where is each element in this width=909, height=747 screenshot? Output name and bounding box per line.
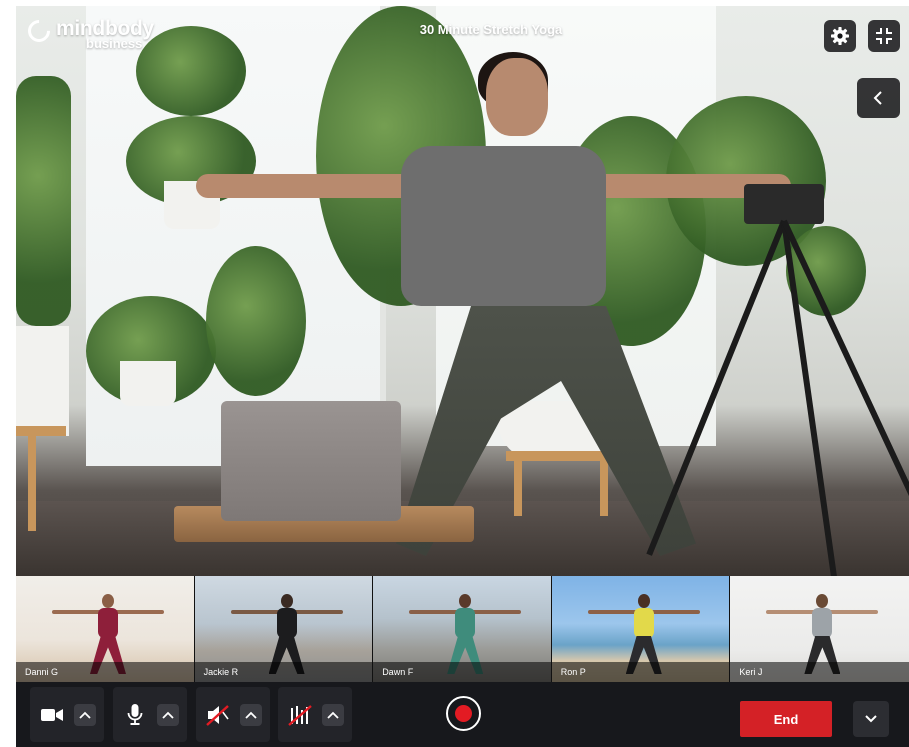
speaker-control-group (196, 687, 270, 742)
participant-tile[interactable]: Dawn F (373, 576, 552, 682)
speaker-muted-icon (206, 704, 229, 726)
end-session-button[interactable]: End (740, 701, 832, 737)
participant-name: Danni G (16, 662, 194, 682)
gear-icon (831, 27, 849, 45)
chevron-up-icon (245, 711, 257, 719)
class-title: 30 Minute Stretch Yoga (419, 22, 563, 37)
music-toggle-button[interactable] (286, 701, 314, 729)
settings-button[interactable] (824, 20, 856, 52)
camera-toggle-button[interactable] (38, 701, 66, 729)
speaker-toggle-button[interactable] (204, 701, 232, 729)
exit-fullscreen-button[interactable] (868, 20, 900, 52)
main-video: mindbody business 30 Minute Stretch Yoga (16, 6, 909, 576)
camera-control-group (30, 687, 104, 742)
laptop (221, 401, 401, 521)
mic-options-button[interactable] (157, 703, 179, 726)
chevron-up-icon (327, 711, 339, 719)
participant-name: Dawn F (373, 662, 551, 682)
music-options-button[interactable] (322, 703, 344, 726)
record-icon (455, 705, 472, 722)
chevron-up-icon (79, 711, 91, 719)
mic-toggle-button[interactable] (121, 701, 149, 729)
microphone-icon (127, 703, 143, 725)
participant-name: Keri J (730, 662, 909, 682)
control-bar: End (16, 682, 909, 747)
exit-fullscreen-icon (876, 28, 892, 44)
chevron-down-icon (865, 715, 877, 723)
participant-tile[interactable]: Jackie R (194, 576, 374, 682)
chevron-left-icon (873, 91, 882, 105)
mic-control-group (113, 687, 187, 742)
participant-tile[interactable]: Keri J (730, 576, 909, 682)
music-control-group (278, 687, 352, 742)
participant-strip: Danni G Jackie R Dawn F Ron P Keri J (16, 576, 909, 682)
camera-options-button[interactable] (74, 703, 96, 726)
participant-tile[interactable]: Ron P (551, 576, 731, 682)
participant-name: Ron P (551, 662, 730, 682)
more-options-button[interactable] (853, 701, 889, 737)
participant-name: Jackie R (194, 662, 373, 682)
chevron-up-icon (162, 711, 174, 719)
record-button[interactable] (446, 696, 481, 731)
video-camera-icon (41, 708, 63, 721)
music-muted-icon (288, 704, 312, 726)
video-session-window: mindbody business 30 Minute Stretch Yoga (16, 6, 909, 747)
participant-tile[interactable]: Danni G (16, 576, 195, 682)
speaker-options-button[interactable] (240, 703, 262, 726)
collapse-panel-button[interactable] (857, 78, 900, 118)
